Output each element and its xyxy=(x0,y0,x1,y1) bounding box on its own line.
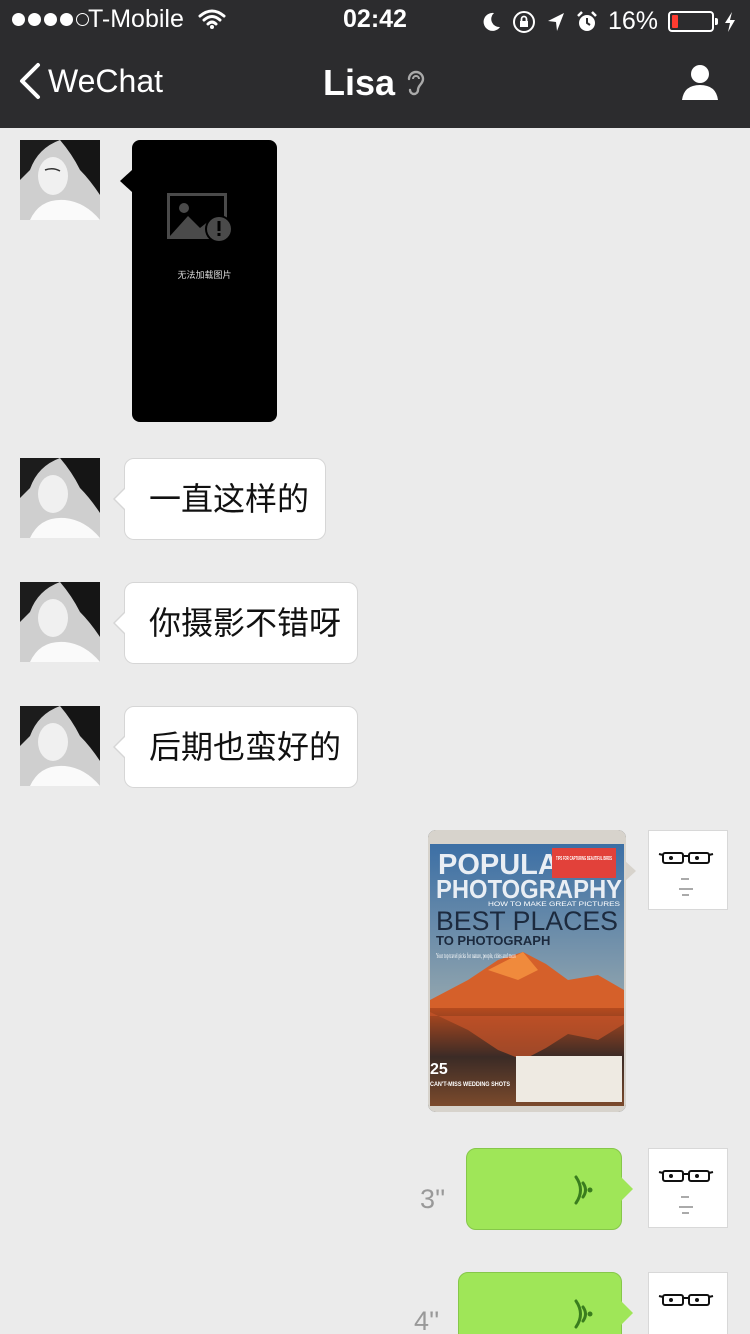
avatar-lisa[interactable] xyxy=(20,458,100,538)
text-message-received[interactable]: 后期也蛮好的 xyxy=(113,706,358,788)
avatar-me[interactable] xyxy=(648,1148,728,1228)
voice-duration: 4'' xyxy=(414,1306,440,1334)
moon-icon xyxy=(483,12,500,31)
battery-level xyxy=(672,15,679,28)
chat-title-group: Lisa xyxy=(0,62,750,104)
alarm-clock-icon xyxy=(577,10,597,31)
charging-bolt-icon xyxy=(725,11,735,32)
text-message-received[interactable]: 你摄影不错呀 xyxy=(113,582,358,664)
chat-title: Lisa xyxy=(322,62,396,103)
status-bar: T-Mobile 02:42 16% xyxy=(0,0,750,40)
battery-icon xyxy=(668,11,718,32)
person-icon xyxy=(682,65,718,100)
mag-corner-text: CAN'T-MISS WEDDING SHOTS xyxy=(430,1082,510,1088)
avatar-photo xyxy=(20,706,100,786)
broken-image-icon xyxy=(167,193,233,243)
contact-profile-button[interactable] xyxy=(680,62,720,107)
voice-message-sent[interactable] xyxy=(458,1272,633,1334)
earpiece-mode-icon xyxy=(407,70,425,96)
location-arrow-icon xyxy=(547,12,564,31)
avatar-lisa[interactable] xyxy=(20,140,100,220)
avatar-lisa[interactable] xyxy=(20,706,100,786)
voice-duration: 3'' xyxy=(420,1184,446,1214)
mag-tag: TIPS FOR CAPTURING BEAUTIFUL BIRDS xyxy=(556,856,612,862)
avatar-glasses-drawing xyxy=(658,852,714,896)
status-right-group: 16% xyxy=(482,7,736,36)
mag-subhead: TO PHOTOGRAPH xyxy=(436,933,550,948)
text-message-received[interactable]: 一直这样的 xyxy=(113,458,326,540)
image-message-sent[interactable]: POPULAR PHOTOGRAPHY TIPS FOR CAPTURING B… xyxy=(428,830,626,1112)
image-message-failed[interactable]: 无法加载图片 xyxy=(120,140,277,422)
avatar-photo xyxy=(20,582,100,662)
magazine-cover-photo: POPULAR PHOTOGRAPHY TIPS FOR CAPTURING B… xyxy=(428,830,626,1112)
avatar-lisa[interactable] xyxy=(20,582,100,662)
avatar-me[interactable] xyxy=(648,830,728,910)
image-failed-label: 无法加载图片 xyxy=(177,271,232,281)
navigation-bar: WeChat Lisa xyxy=(0,40,750,128)
voice-wave-icon xyxy=(574,1299,593,1329)
voice-message-sent[interactable] xyxy=(466,1148,633,1230)
message-text: 一直这样的 xyxy=(149,480,310,518)
avatar-photo xyxy=(20,458,100,538)
orientation-lock-icon xyxy=(512,10,535,33)
mag-headline: BEST PLACES xyxy=(436,906,618,936)
avatar-glasses-drawing xyxy=(658,1294,714,1306)
mag-blurb: Your top travel picks for nature, people… xyxy=(436,952,516,960)
avatar-me[interactable] xyxy=(648,1272,728,1334)
message-text: 你摄影不错呀 xyxy=(149,604,342,642)
mag-title-bottom: PHOTOGRAPHY xyxy=(436,874,622,904)
voice-wave-icon xyxy=(574,1175,593,1205)
avatar-glasses-drawing xyxy=(658,1170,714,1214)
mag-corner-number: 25 xyxy=(430,1061,448,1078)
bubble-tail xyxy=(624,860,636,882)
battery-percent: 16% xyxy=(607,7,658,35)
message-text: 后期也蛮好的 xyxy=(149,728,342,766)
top-bar: T-Mobile 02:42 16% WeChat Lisa xyxy=(0,0,750,128)
avatar-photo xyxy=(20,140,100,220)
